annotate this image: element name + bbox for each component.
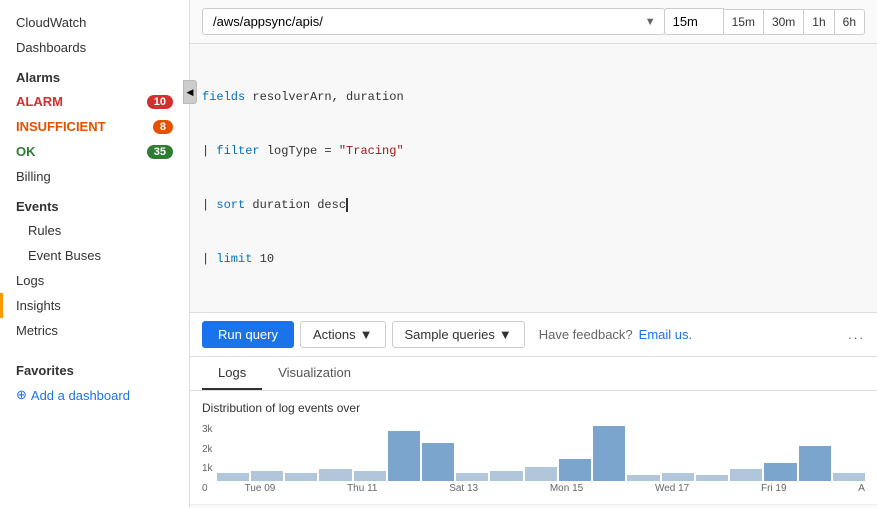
favorites-section: Favorites ⊕ Add a dashboard [0,353,189,408]
bar-1 [217,473,249,481]
rules-label: Rules [28,223,61,238]
billing-label: Billing [16,169,51,184]
favorites-header: Favorites [0,353,189,382]
add-dashboard-label: Add a dashboard [31,388,130,403]
sidebar-item-alarm[interactable]: ALARM 10 [0,89,189,114]
bar-4 [319,469,351,481]
alarm-alarm-label: ALARM [16,94,63,109]
bar-18 [799,446,831,481]
time-6h-button[interactable]: 6h [835,9,865,35]
bar-19 [833,473,865,481]
dropdown-arrow-icon: ▼ [645,16,656,28]
time-range-select[interactable]: 15m 30m 1h 6h [664,8,724,35]
sidebar-collapse-button[interactable]: ◀ [183,80,197,104]
sidebar: CloudWatch Dashboards Alarms ALARM 10 IN… [0,0,190,508]
chevron-left-icon: ◀ [187,87,194,98]
alarm-ok-label: OK [16,144,36,159]
alarm-ok-badge: 35 [147,145,173,159]
tab-logs[interactable]: Logs [202,357,262,390]
insights-label: Insights [16,298,61,313]
query-line-3: | sort duration desc [202,196,865,214]
main-content: ▼ 15m 30m 1h 6h 15m 30m 1h 6h fields res… [190,0,877,508]
query-line-4: | limit 10 [202,250,865,268]
sidebar-item-ok[interactable]: OK 35 [0,139,189,164]
time-1h-button[interactable]: 1h [804,9,834,35]
plus-icon: ⊕ [16,387,27,403]
event-buses-label: Event Buses [28,248,101,263]
bar-17 [764,463,796,481]
time-range-group: 15m 30m 1h 6h 15m 30m 1h 6h [664,8,865,35]
chart-x-axis: Tue 09 Thu 11 Sat 13 Mon 15 Wed 17 Fri 1… [217,483,865,494]
sample-queries-button[interactable]: Sample queries ▼ [392,321,525,348]
toolbar: Run query Actions ▼ Sample queries ▼ Hav… [190,313,877,357]
bar-12 [593,426,625,481]
query-editor[interactable]: fields resolverArn, duration | filter lo… [190,44,877,313]
alarms-section: Alarms [0,60,189,89]
sidebar-item-rules[interactable]: Rules [0,218,189,243]
bar-15 [696,475,728,481]
run-query-button[interactable]: Run query [202,321,294,348]
bar-7 [422,443,454,481]
actions-label: Actions [313,327,356,342]
events-section: Events [0,189,189,218]
bar-13 [627,475,659,481]
alarm-insufficient-label: INSUFFICIENT [16,119,106,134]
content-area: Distribution of log events over 3k 2k 1k… [190,391,877,508]
more-options-icon[interactable]: ... [848,327,865,342]
chart-wrapper: 3k 2k 1k 0 [202,421,865,494]
sidebar-item-logs[interactable]: Logs [0,268,189,293]
header-bar: ▼ 15m 30m 1h 6h 15m 30m 1h 6h [190,0,877,44]
sidebar-item-event-buses[interactable]: Event Buses [0,243,189,268]
sidebar-item-insufficient[interactable]: INSUFFICIENT 8 [0,114,189,139]
tabs-bar: Logs Visualization [190,357,877,391]
bar-8 [456,473,488,481]
actions-button[interactable]: Actions ▼ [300,321,386,348]
dashboards-label: Dashboards [16,40,86,55]
tab-visualization[interactable]: Visualization [262,357,367,390]
chevron-down-icon: ▼ [360,327,373,342]
bar-2 [251,471,283,481]
bar-6 [388,431,420,481]
add-dashboard-button[interactable]: ⊕ Add a dashboard [0,382,189,408]
cloudwatch-label: CloudWatch [16,15,86,30]
bar-16 [730,469,762,481]
bar-5 [354,471,386,481]
chevron-down-icon-2: ▼ [499,327,512,342]
time-30m-button[interactable]: 30m [764,9,804,35]
sidebar-item-billing[interactable]: Billing [0,164,189,189]
time-15m-button[interactable]: 15m [724,9,764,35]
chart-section: Distribution of log events over 3k 2k 1k… [190,391,877,505]
sidebar-item-dashboards[interactable]: Dashboards [0,35,189,60]
bar-9 [490,471,522,481]
query-line-1: fields resolverArn, duration [202,88,865,106]
sidebar-item-metrics[interactable]: Metrics [0,318,189,343]
metrics-label: Metrics [16,323,58,338]
query-line-2: | filter logType = "Tracing" [202,142,865,160]
logs-label: Logs [16,273,44,288]
alarm-alarm-badge: 10 [147,95,173,109]
feedback-text: Have feedback? [539,327,633,342]
bar-14 [662,473,694,481]
chart-y-axis: 3k 2k 1k 0 [202,424,213,494]
chart-title: Distribution of log events over [202,401,865,415]
cursor [346,198,348,212]
email-link[interactable]: Email us. [639,327,692,342]
bar-11 [559,459,591,481]
sidebar-item-cloudwatch[interactable]: CloudWatch [0,10,189,35]
alarm-insufficient-badge: 8 [153,120,173,134]
chart-bars [217,421,865,481]
bar-10 [525,467,557,481]
sidebar-item-insights[interactable]: Insights [0,293,189,318]
sample-queries-label: Sample queries [405,327,495,342]
bar-3 [285,473,317,481]
log-group-input[interactable] [202,8,665,35]
chart-bars-container: Tue 09 Thu 11 Sat 13 Mon 15 Wed 17 Fri 1… [217,421,865,494]
